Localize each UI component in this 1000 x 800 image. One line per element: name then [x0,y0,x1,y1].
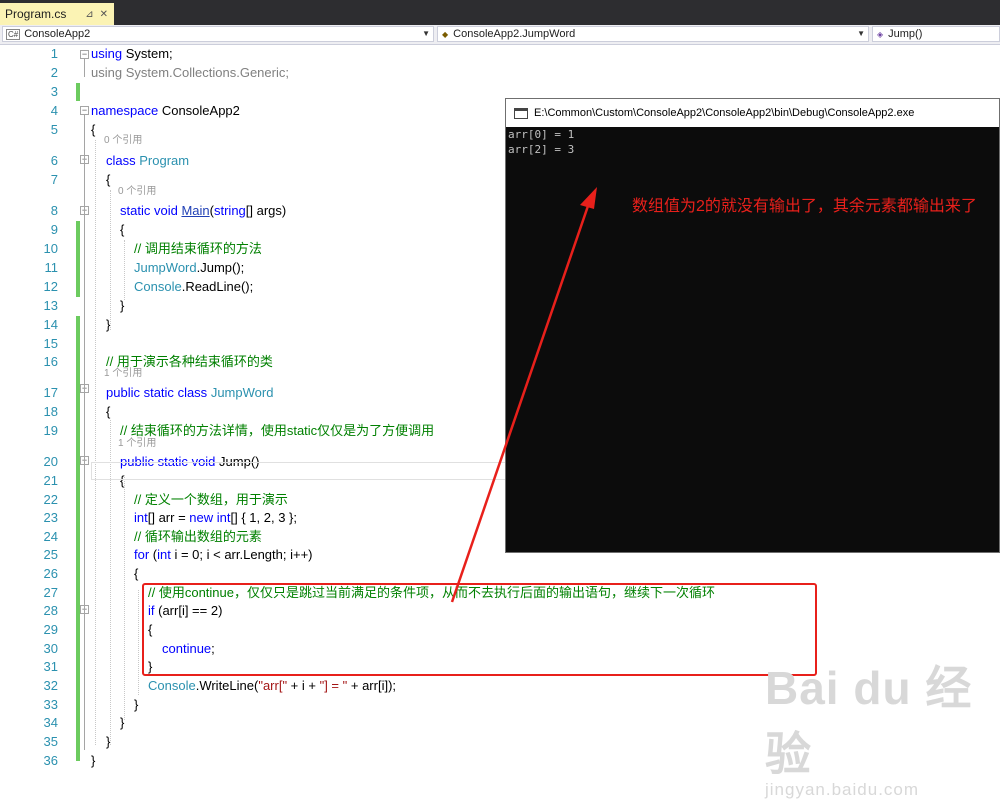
watermark-brand: Bai du 经验 [765,662,973,780]
baidu-watermark: Bai du 经验 jingyan.baidu.com [765,652,1000,800]
watermark-url: jingyan.baidu.com [765,780,920,799]
annotation-arrow [450,187,597,603]
